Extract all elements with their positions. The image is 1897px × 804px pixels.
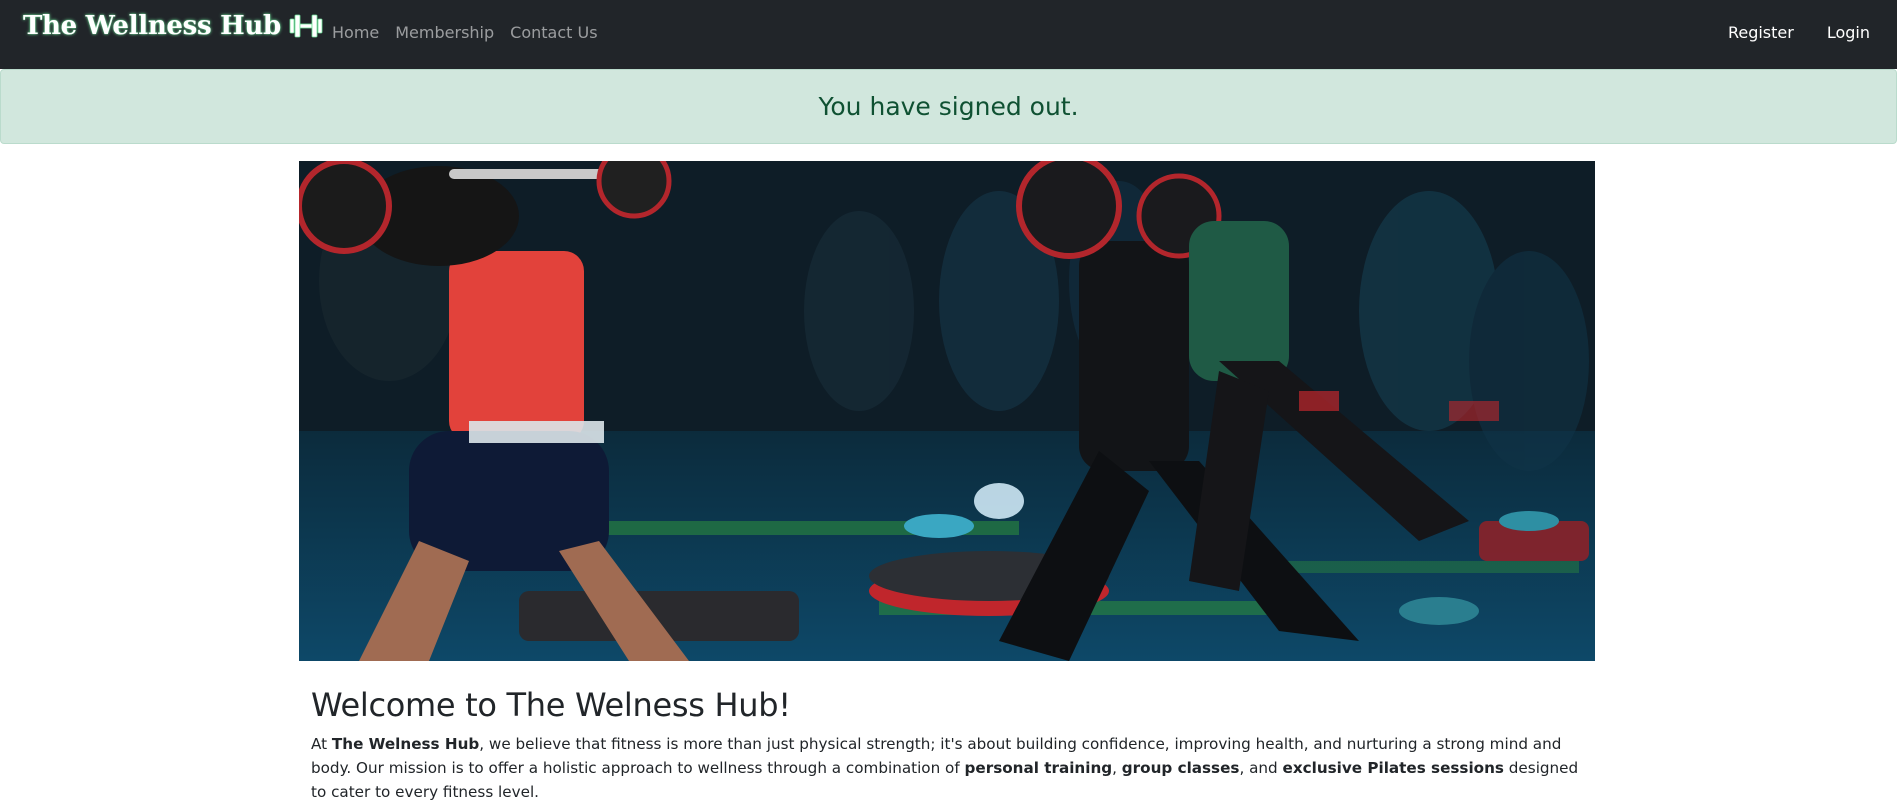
nav-membership[interactable]: Membership <box>395 23 494 42</box>
intro-personal-training: personal training <box>964 759 1113 777</box>
intro-text: At <box>311 735 332 753</box>
group-fitness-class-photo <box>299 161 1595 661</box>
dumbbell-icon <box>287 11 325 41</box>
welcome-intro: At The Welness Hub, we believe that fitn… <box>311 732 1591 804</box>
alert-message: You have signed out. <box>818 92 1079 121</box>
nav-home[interactable]: Home <box>332 23 379 42</box>
nav-register[interactable]: Register <box>1728 23 1794 42</box>
hero-image <box>299 161 1595 661</box>
intro-text: , and <box>1239 759 1283 777</box>
signout-alert: You have signed out. <box>0 69 1897 144</box>
intro-pilates: exclusive Pilates sessions <box>1282 759 1504 777</box>
top-navbar: The Wellness Hub Home Membership Contact… <box>0 0 1897 69</box>
brand-name: The Wellness Hub <box>23 11 281 41</box>
brand-link[interactable]: The Wellness Hub <box>23 11 325 41</box>
auth-nav: Register Login <box>1728 23 1870 42</box>
welcome-title: Welcome to The Welness Hub! <box>311 686 791 724</box>
intro-group-classes: group classes <box>1121 759 1240 777</box>
main-nav: Home Membership Contact Us <box>332 23 598 42</box>
intro-text: , <box>1112 759 1122 777</box>
nav-login[interactable]: Login <box>1827 23 1870 42</box>
intro-brand-bold: The Welness Hub <box>331 735 480 753</box>
nav-contact-us[interactable]: Contact Us <box>510 23 597 42</box>
welcome-section: Welcome to The Welness Hub! At The Welne… <box>311 686 1591 804</box>
